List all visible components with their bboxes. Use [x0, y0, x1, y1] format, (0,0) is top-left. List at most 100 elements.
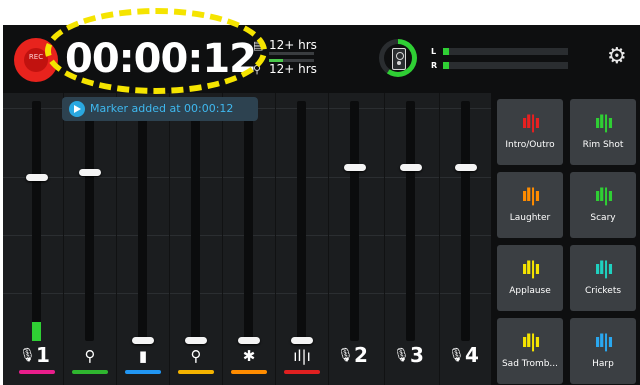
channel-strip: 🎙 1 — [11, 93, 63, 385]
usb-2-icon: ⚲ — [190, 347, 202, 365]
sound-pad[interactable]: ıl|ı Rim Shot — [570, 99, 636, 165]
fader-track[interactable] — [191, 101, 200, 341]
sound-pad[interactable]: ıl|ı Intro/Outro — [497, 99, 563, 165]
sound-pads: ıl|ı Intro/Outro ıl|ı Rim Shot ıl|ı Laughter ı… — [491, 93, 640, 385]
channel-color-bar — [284, 370, 320, 374]
left-meter-label: L — [431, 47, 437, 56]
fader-knob[interactable] — [400, 164, 422, 171]
usb-icon: ⚲ — [84, 347, 96, 365]
record-button[interactable]: REC — [14, 38, 58, 82]
channel-color-bar — [125, 370, 161, 374]
mixer: 🎙 1 ⚲ ▮ ⚲ ✱ ıl|ı 🎙 2 🎙 3 🎙 4 — [3, 93, 491, 385]
channel-strip: ⚲ — [169, 93, 222, 385]
channel-strip: ıl|ı — [275, 93, 328, 385]
fader-knob[interactable] — [185, 337, 207, 344]
sound-pad-label: Sad Tromb... — [501, 359, 559, 369]
sd-card-icon: ▤ — [253, 39, 264, 52]
sound-pad[interactable]: ıl|ı Applause — [497, 245, 563, 311]
channel-strip: ⚲ — [63, 93, 116, 385]
sound-pad[interactable]: ıl|ı Laughter — [497, 172, 563, 238]
waveform-icon: ıl|ı — [521, 258, 540, 279]
waveform-icon: ıl|ı — [594, 258, 613, 279]
sd-card-bar — [269, 52, 314, 55]
fader-knob[interactable] — [344, 164, 366, 171]
phone-1-icon: ▮ — [138, 347, 148, 365]
channel-color-bar — [231, 370, 267, 374]
sound-pad[interactable]: ıl|ı Scary — [570, 172, 636, 238]
fader-track[interactable] — [244, 101, 253, 341]
sound-pad-label: Rim Shot — [582, 140, 624, 150]
fader-track[interactable] — [297, 101, 306, 341]
channel-color-bar — [178, 370, 214, 374]
channel-separator — [439, 93, 440, 385]
channel-separator — [169, 93, 170, 385]
recording-timer: 00:00:12 — [65, 36, 257, 82]
sound-pad-label: Applause — [509, 286, 551, 296]
channel-strip: 🎙 3 — [384, 93, 437, 385]
sound-pad-label: Intro/Outro — [505, 140, 555, 150]
usb-remaining: 12+ hrs — [269, 62, 317, 76]
level-meter — [32, 322, 41, 341]
sound-pad-label: Laughter — [509, 213, 551, 223]
sound-pad[interactable]: ıl|ı Sad Tromb... — [497, 318, 563, 384]
record-button-label: REC — [28, 53, 44, 61]
waveform-icon: ıl|ı — [594, 331, 613, 352]
speaker-icon — [392, 48, 406, 70]
fader-knob[interactable] — [79, 169, 101, 176]
channel-strip: 🎙 4 — [439, 93, 492, 385]
sound-pad-label: Crickets — [584, 286, 622, 296]
app-window: REC 00:00:12 ▤ 12+ hrs ⚲ 12+ hrs L R ⚙ 🎙… — [3, 25, 640, 385]
waveform-icon: ıl|ı — [521, 185, 540, 206]
gear-icon[interactable]: ⚙ — [607, 46, 627, 68]
marker-notification-text: Marker added at 00:00:12 — [90, 102, 234, 115]
bluetooth-icon: ✱ — [242, 347, 256, 365]
channel-number: 2 — [354, 343, 368, 367]
sd-card-remaining: 12+ hrs — [269, 38, 317, 52]
channel-separator — [63, 93, 64, 385]
fader-track[interactable] — [406, 101, 415, 341]
usb-bar — [269, 59, 314, 62]
fader-track[interactable] — [32, 101, 41, 341]
usb-storage: ⚲ 12+ hrs — [253, 59, 323, 81]
channel-color-bar — [72, 370, 108, 374]
channel-separator — [328, 93, 329, 385]
sound-pad-label: Scary — [590, 213, 616, 223]
channel-separator — [275, 93, 276, 385]
fader-track[interactable] — [85, 101, 94, 341]
usb-icon: ⚲ — [253, 63, 262, 76]
fader-knob[interactable] — [238, 337, 260, 344]
channel-number: 3 — [410, 343, 424, 367]
channel-separator — [116, 93, 117, 385]
channel-number: 1 — [36, 343, 50, 367]
waveform-icon: ıl|ı — [594, 112, 613, 133]
soundpad-icon: ıl|ı — [293, 347, 311, 365]
waveform-icon: ıl|ı — [521, 112, 540, 133]
channel-separator — [384, 93, 385, 385]
channel-separator — [222, 93, 223, 385]
fader-knob[interactable] — [291, 337, 313, 344]
channel-color-bar — [19, 370, 55, 374]
sound-pad[interactable]: ıl|ı Harp — [570, 318, 636, 384]
fader-track[interactable] — [461, 101, 470, 341]
channel-strip: ▮ — [116, 93, 169, 385]
channel-strip: ✱ — [222, 93, 275, 385]
right-meter — [443, 62, 568, 69]
headphone-monitor-button[interactable] — [379, 39, 417, 77]
sound-pad-label: Harp — [592, 359, 614, 369]
fader-track[interactable] — [350, 101, 359, 341]
fader-knob[interactable] — [132, 337, 154, 344]
fader-track[interactable] — [138, 101, 147, 341]
left-meter — [443, 48, 568, 55]
sd-card-storage: ▤ 12+ hrs — [253, 37, 323, 57]
channel-number: 4 — [465, 343, 479, 367]
marker-notification: Marker added at 00:00:12 — [62, 97, 258, 121]
marker-flag-icon — [69, 101, 85, 117]
right-meter-label: R — [431, 61, 438, 70]
waveform-icon: ıl|ı — [521, 331, 540, 352]
waveform-icon: ıl|ı — [594, 185, 613, 206]
fader-knob[interactable] — [455, 164, 477, 171]
top-bar: REC 00:00:12 ▤ 12+ hrs ⚲ 12+ hrs L R ⚙ — [3, 25, 640, 93]
fader-knob[interactable] — [26, 174, 48, 181]
sound-pad[interactable]: ıl|ı Crickets — [570, 245, 636, 311]
channel-strip: 🎙 2 — [328, 93, 381, 385]
